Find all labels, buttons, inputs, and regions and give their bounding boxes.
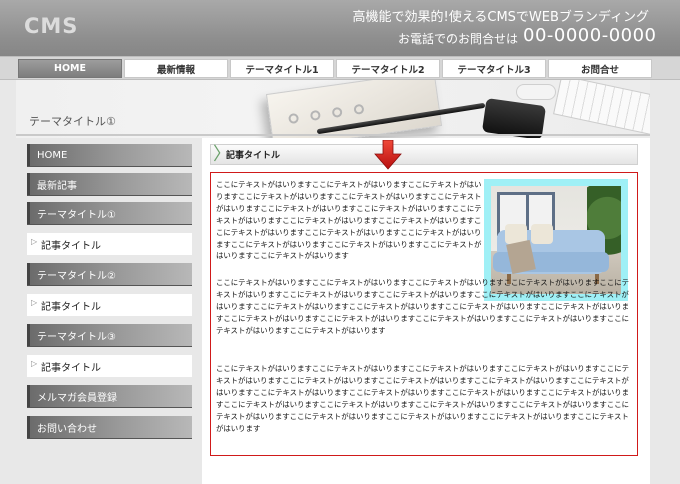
sidebar-item-contact[interactable]: お問い合わせ	[27, 416, 192, 439]
nav-item-contact[interactable]: お問合せ	[548, 59, 652, 78]
nav-item-home[interactable]: HOME	[18, 59, 122, 78]
sidebar-item-theme-3[interactable]: テーマタイトル③	[27, 324, 192, 347]
sidebar-item-home[interactable]: HOME	[27, 144, 192, 167]
sidebar-subitem-label: 記事タイトル	[41, 240, 101, 252]
article-paragraph-3: ここにテキストがはいりますここにテキストがはいりますここにテキストがはいりますこ…	[216, 364, 629, 433]
article-box: ここにテキストがはいりますここにテキストがはいりますここにテキストがはいりますこ…	[210, 172, 638, 456]
global-nav: HOME 最新情報 テーマタイトル1 テーマタイトル2 テーマタイトル3 お問合…	[0, 56, 680, 80]
article-paragraph-1: ここにテキストがはいりますここにテキストがはいりますここにテキストがはいりますこ…	[216, 180, 482, 261]
sidebar-item-latest[interactable]: 最新記事	[27, 173, 192, 196]
sidebar: HOME 最新記事 テーマタイトル① ▷ 記事タイトル テーマタイトル② ▷ 記…	[16, 138, 202, 484]
site-tagline: 高機能で効果的!使えるCMSでWEBブランディング	[352, 10, 649, 25]
triangle-right-icon: ▷	[31, 359, 38, 368]
sidebar-subitem-article-3[interactable]: ▷ 記事タイトル	[27, 355, 192, 377]
right-gutter	[650, 80, 680, 484]
article-paragraph-2: ここにテキストがはいりますここにテキストがはいりますここにテキストがはいりますこ…	[216, 278, 629, 335]
sidebar-subitem-article-1[interactable]: ▷ 記事タイトル	[27, 233, 192, 255]
phone-number: 00-0000-0000	[523, 25, 657, 46]
sidebar-subitem-label: 記事タイトル	[41, 362, 101, 374]
contact-label: お電話でのお問合せは	[398, 32, 519, 46]
triangle-right-icon: ▷	[31, 298, 38, 307]
down-arrow-icon	[374, 140, 402, 170]
page-title: テーマタイトル①	[29, 115, 116, 128]
site-header: CMS 高機能で効果的!使えるCMSでWEBブランディング お電話でのお問合せは…	[0, 0, 680, 56]
nav-item-theme-1[interactable]: テーマタイトル1	[230, 59, 334, 78]
sidebar-subitem-label: 記事タイトル	[41, 301, 101, 313]
mouse-image	[516, 84, 556, 100]
phone-image	[481, 97, 547, 138]
ring-icon	[309, 109, 322, 122]
chevron-right-icon: 〉	[213, 144, 231, 165]
nav-item-theme-2[interactable]: テーマタイトル2	[336, 59, 440, 78]
hero-banner: テーマタイトル①	[16, 80, 650, 138]
ring-icon	[353, 103, 365, 115]
sidebar-item-newsletter[interactable]: メルマガ会員登録	[27, 385, 192, 408]
sidebar-item-theme-1[interactable]: テーマタイトル①	[27, 202, 192, 225]
nav-item-news[interactable]: 最新情報	[124, 59, 228, 78]
cushion-image	[531, 224, 553, 244]
triangle-right-icon: ▷	[31, 237, 38, 246]
notebook-image	[265, 80, 443, 138]
section-title: 記事タイトル	[226, 151, 281, 161]
site-logo[interactable]: CMS	[24, 14, 78, 38]
sidebar-item-theme-2[interactable]: テーマタイトル②	[27, 263, 192, 286]
ring-icon	[287, 112, 300, 125]
section-heading: 〉 記事タイトル	[210, 144, 638, 165]
keyboard-image	[553, 80, 650, 137]
hero-divider	[16, 134, 650, 136]
ring-icon	[331, 106, 343, 119]
nav-item-theme-3[interactable]: テーマタイトル3	[442, 59, 546, 78]
sidebar-subitem-article-2[interactable]: ▷ 記事タイトル	[27, 294, 192, 316]
